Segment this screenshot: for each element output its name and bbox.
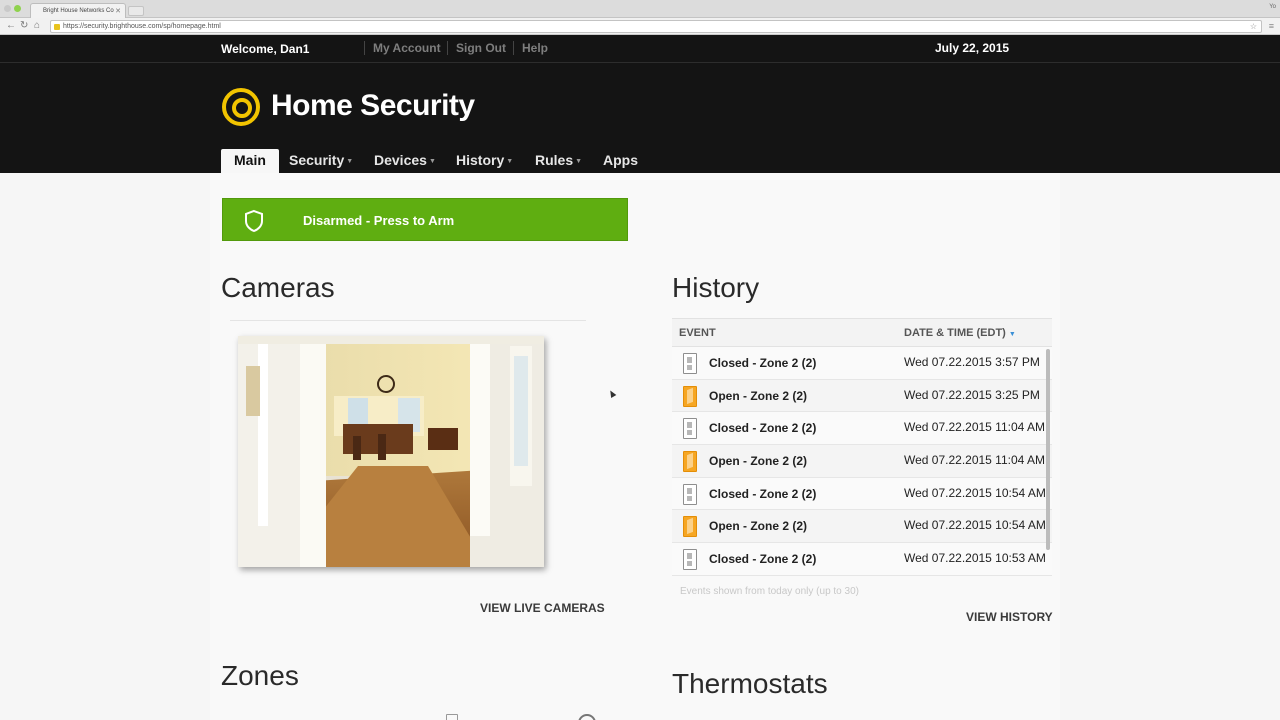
event-text: Closed - Zone 2 (2) bbox=[709, 356, 817, 370]
tab-title: Bright House Networks Co bbox=[43, 8, 114, 14]
tab-main[interactable]: Main bbox=[221, 149, 279, 173]
history-row: Open - Zone 2 (2) Wed 07.22.2015 11:04 AM bbox=[672, 445, 1052, 478]
tab-close-icon[interactable]: ✕ bbox=[115, 7, 121, 15]
shield-icon bbox=[245, 209, 263, 233]
history-row: Open - Zone 2 (2) Wed 07.22.2015 3:25 PM bbox=[672, 379, 1052, 413]
zones-heading: Zones bbox=[221, 660, 299, 691]
date-column-header[interactable]: DATE & TIME (EDT) ▼ bbox=[904, 327, 1016, 339]
event-column-header: EVENT bbox=[679, 327, 716, 339]
back-icon[interactable]: ← bbox=[6, 21, 16, 31]
tab-label: Rules bbox=[535, 152, 574, 168]
camera-image bbox=[238, 336, 544, 567]
event-text: Closed - Zone 2 (2) bbox=[709, 552, 817, 567]
close-window-icon[interactable] bbox=[4, 5, 11, 12]
sort-down-icon: ▼ bbox=[1008, 331, 1016, 338]
history-heading: History bbox=[672, 272, 760, 303]
caret-down-icon: ▼ bbox=[575, 158, 583, 165]
event-text: Open - Zone 2 (2) bbox=[709, 519, 808, 534]
tab-apps[interactable]: Apps bbox=[603, 149, 638, 173]
event-text: Closed - Zone 2 (2) bbox=[709, 486, 817, 501]
history-footnote: Events shown from today only (up to 30) bbox=[680, 586, 859, 597]
history-row: Closed - Zone 2 (2) Wed 07.22.2015 11:04 … bbox=[672, 412, 1052, 446]
cameras-heading: Cameras bbox=[221, 272, 335, 303]
tab-rules[interactable]: Rules ▼ bbox=[535, 149, 582, 173]
zone-door-icon bbox=[446, 714, 458, 720]
tab-label: Devices bbox=[374, 152, 427, 168]
new-tab-button[interactable] bbox=[128, 6, 144, 16]
camera-snapshot[interactable] bbox=[238, 336, 544, 567]
door-closed-icon bbox=[683, 418, 697, 440]
browser-tab[interactable]: Bright House Networks Co ✕ bbox=[30, 3, 126, 18]
divider bbox=[513, 41, 514, 55]
address-bar[interactable]: https://security.brighthouse.com/sp/home… bbox=[50, 20, 1262, 33]
door-open-icon bbox=[683, 516, 697, 538]
welcome-message: Welcome, Dan1 bbox=[221, 42, 310, 56]
history-row: Closed - Zone 2 (2) Wed 07.22.2015 3:57 P… bbox=[672, 347, 1052, 380]
browser-user-label[interactable]: Yo bbox=[1269, 4, 1276, 10]
arm-system-button[interactable]: Disarmed - Press to Arm bbox=[222, 198, 628, 241]
tab-security[interactable]: Security ▼ bbox=[289, 149, 353, 173]
date-column-label: DATE & TIME (EDT) bbox=[904, 327, 1006, 339]
home-security-logo-icon bbox=[222, 88, 260, 126]
sign-out-link[interactable]: Sign Out bbox=[456, 41, 506, 55]
thermostats-heading: Thermostats bbox=[672, 668, 828, 699]
tab-label: Security bbox=[289, 152, 345, 168]
view-history-link[interactable]: VIEW HISTORY bbox=[966, 610, 1053, 624]
event-text: Open - Zone 2 (2) bbox=[709, 454, 808, 469]
caret-down-icon: ▼ bbox=[428, 158, 436, 165]
lock-icon bbox=[54, 24, 60, 30]
history-row: Closed - Zone 2 (2) Wed 07.22.2015 10:54 … bbox=[672, 477, 1052, 511]
tab-history[interactable]: History ▼ bbox=[456, 149, 513, 173]
help-link[interactable]: Help bbox=[522, 41, 548, 55]
arm-button-label: Disarmed - Press to Arm bbox=[303, 213, 455, 228]
door-closed-icon bbox=[683, 549, 697, 571]
caret-down-icon: ▼ bbox=[346, 158, 354, 165]
event-text: Open - Zone 2 (2) bbox=[709, 388, 808, 403]
browser-tab-strip: Bright House Networks Co ✕ Yo bbox=[0, 0, 1280, 18]
door-open-icon bbox=[683, 451, 697, 473]
history-row: Open - Zone 2 (2) Wed 07.22.2015 10:54 AM bbox=[672, 510, 1052, 544]
my-account-link[interactable]: My Account bbox=[373, 41, 441, 55]
event-time: Wed 07.22.2015 11:04 AM bbox=[904, 420, 1045, 435]
site-header: Welcome, Dan1 My Account Sign Out Help J… bbox=[0, 35, 1280, 173]
bookmark-star-icon[interactable]: ☆ bbox=[1250, 22, 1257, 31]
history-scrollbar[interactable] bbox=[1046, 349, 1050, 550]
event-time: Wed 07.22.2015 10:53 AM bbox=[904, 551, 1046, 566]
door-closed-icon bbox=[683, 353, 697, 374]
door-open-icon bbox=[683, 385, 697, 407]
event-time: Wed 07.22.2015 10:54 AM bbox=[904, 485, 1046, 500]
divider bbox=[364, 41, 365, 55]
event-time: Wed 07.22.2015 10:54 AM bbox=[904, 518, 1046, 533]
reload-icon[interactable]: ↻ bbox=[20, 21, 28, 31]
utility-bar: Welcome, Dan1 My Account Sign Out Help J… bbox=[0, 35, 1280, 63]
url-text: https://security.brighthouse.com/sp/home… bbox=[63, 23, 221, 30]
brand-title: Home Security bbox=[271, 89, 475, 122]
caret-down-icon: ▼ bbox=[506, 158, 514, 165]
event-time: Wed 07.22.2015 11:04 AM bbox=[904, 453, 1045, 468]
home-icon[interactable]: ⌂ bbox=[34, 21, 40, 31]
history-row: Closed - Zone 2 (2) Wed 07.22.2015 10:53 … bbox=[672, 543, 1052, 576]
event-text: Closed - Zone 2 (2) bbox=[709, 421, 817, 436]
history-table: Closed - Zone 2 (2) Wed 07.22.2015 3:57 P… bbox=[672, 347, 1052, 577]
event-time: Wed 07.22.2015 3:57 PM bbox=[904, 355, 1040, 369]
history-table-header: EVENT DATE & TIME (EDT) ▼ bbox=[672, 318, 1052, 347]
tab-label: History bbox=[456, 152, 505, 168]
current-date: July 22, 2015 bbox=[935, 41, 1010, 55]
event-time: Wed 07.22.2015 3:25 PM bbox=[904, 387, 1040, 402]
divider bbox=[230, 320, 586, 321]
view-live-cameras-link[interactable]: VIEW LIVE CAMERAS bbox=[480, 601, 605, 615]
tab-devices[interactable]: Devices ▼ bbox=[374, 149, 436, 173]
divider bbox=[447, 41, 448, 55]
browser-toolbar: ← ↻ ⌂ https://security.brighthouse.com/s… bbox=[0, 18, 1280, 35]
door-closed-icon bbox=[683, 483, 697, 505]
zoom-window-icon[interactable] bbox=[14, 5, 21, 12]
browser-menu-icon[interactable]: ≡ bbox=[1269, 21, 1274, 31]
